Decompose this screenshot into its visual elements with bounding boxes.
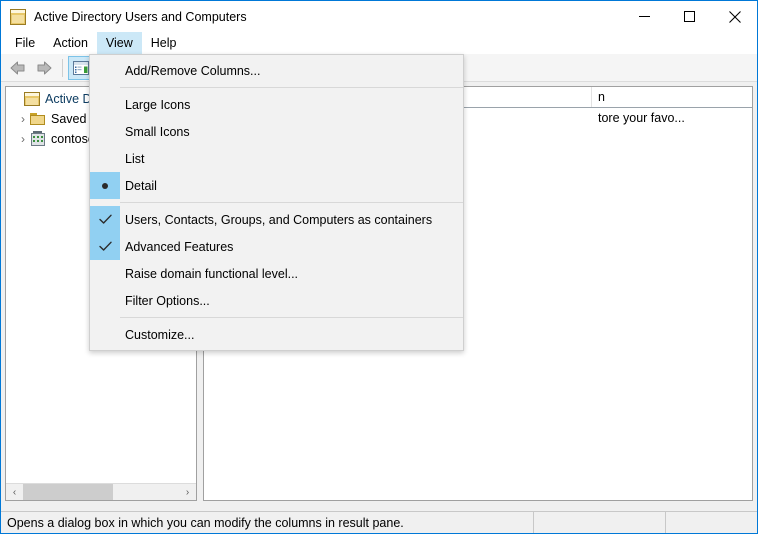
column-header-type[interactable] xyxy=(462,87,592,107)
menu-item-label: Raise domain functional level... xyxy=(125,266,299,281)
menu-item-label: Users, Contacts, Groups, and Computers a… xyxy=(125,212,433,227)
console-tree-icon xyxy=(73,60,89,75)
menu-item-detail[interactable]: Detail xyxy=(90,172,463,199)
menu-item-label: Detail xyxy=(125,178,157,193)
scrollbar-thumb[interactable] xyxy=(23,483,114,500)
column-header-description[interactable]: n xyxy=(592,87,752,107)
radio-selected-icon xyxy=(90,172,120,199)
menu-item-label: List xyxy=(125,151,145,166)
status-panel-3 xyxy=(666,512,757,533)
status-bar: Opens a dialog box in which you can modi… xyxy=(1,511,757,533)
menu-item-advanced-features[interactable]: Advanced Features xyxy=(90,233,463,260)
close-icon xyxy=(728,10,741,23)
checkmark-icon xyxy=(90,206,120,233)
toolbar-separator xyxy=(62,58,63,77)
forward-button[interactable] xyxy=(31,56,57,80)
maximize-button[interactable] xyxy=(667,1,712,32)
menu-item-list[interactable]: List xyxy=(90,145,463,172)
title-bar: Active Directory Users and Computers xyxy=(1,1,757,32)
menu-item-raise-domain-functional-level[interactable]: Raise domain functional level... xyxy=(90,260,463,287)
console-icon xyxy=(10,8,26,25)
back-button[interactable] xyxy=(5,56,31,80)
domain-icon xyxy=(30,131,46,147)
scrollbar-track[interactable] xyxy=(23,483,179,500)
menu-item-label: Small Icons xyxy=(125,124,190,139)
menu-bar: File Action View Help xyxy=(1,32,757,54)
maximize-icon xyxy=(684,11,695,22)
menu-item-label: Filter Options... xyxy=(125,293,210,308)
menu-item-large-icons[interactable]: Large Icons xyxy=(90,91,463,118)
menu-help[interactable]: Help xyxy=(142,32,186,54)
check-glyph-icon xyxy=(98,241,112,251)
scroll-left-icon[interactable]: ‹ xyxy=(6,484,23,501)
menu-mark xyxy=(90,91,120,118)
view-menu-dropdown[interactable]: Add/Remove Columns... Large Icons Small … xyxy=(89,54,464,351)
close-button[interactable] xyxy=(712,1,757,32)
menu-mark xyxy=(90,145,120,172)
scroll-right-icon[interactable]: › xyxy=(179,484,196,501)
row-description: tore your favo... xyxy=(598,111,685,125)
menu-item-small-icons[interactable]: Small Icons xyxy=(90,118,463,145)
menu-separator xyxy=(120,202,463,203)
expander-icon[interactable]: › xyxy=(16,112,30,126)
menu-mark xyxy=(90,321,120,348)
minimize-icon xyxy=(639,16,650,17)
tree-horizontal-scrollbar[interactable]: ‹ › xyxy=(6,483,196,500)
menu-separator xyxy=(120,317,463,318)
menu-item-filter-options[interactable]: Filter Options... xyxy=(90,287,463,314)
menu-item-label: Large Icons xyxy=(125,97,191,112)
menu-item-label: Advanced Features xyxy=(125,239,234,254)
window-controls xyxy=(622,1,757,32)
window-title: Active Directory Users and Computers xyxy=(34,9,247,24)
menu-view[interactable]: View xyxy=(96,32,142,54)
checkmark-icon xyxy=(90,233,120,260)
menu-mark xyxy=(90,260,120,287)
menu-mark xyxy=(90,118,120,145)
menu-mark xyxy=(90,57,120,84)
minimize-button[interactable] xyxy=(622,1,667,32)
status-message: Opens a dialog box in which you can modi… xyxy=(1,512,534,533)
console-icon xyxy=(24,91,40,107)
status-panel-2 xyxy=(534,512,666,533)
menu-item-add-remove-columns[interactable]: Add/Remove Columns... xyxy=(90,57,463,84)
menu-action[interactable]: Action xyxy=(44,32,97,54)
menu-item-containers[interactable]: Users, Contacts, Groups, and Computers a… xyxy=(90,206,463,233)
menu-separator xyxy=(120,87,463,88)
back-arrow-icon xyxy=(10,61,25,74)
folder-icon xyxy=(30,111,46,127)
application-window: Active Directory Users and Computers Fil… xyxy=(0,0,758,534)
menu-item-label: Customize... xyxy=(125,327,195,342)
expander-icon[interactable]: › xyxy=(16,132,30,146)
forward-arrow-icon xyxy=(37,61,52,74)
menu-mark xyxy=(90,287,120,314)
menu-file[interactable]: File xyxy=(6,32,44,54)
check-glyph-icon xyxy=(98,214,112,224)
menu-item-customize[interactable]: Customize... xyxy=(90,321,463,348)
menu-item-label: Add/Remove Columns... xyxy=(125,63,261,78)
